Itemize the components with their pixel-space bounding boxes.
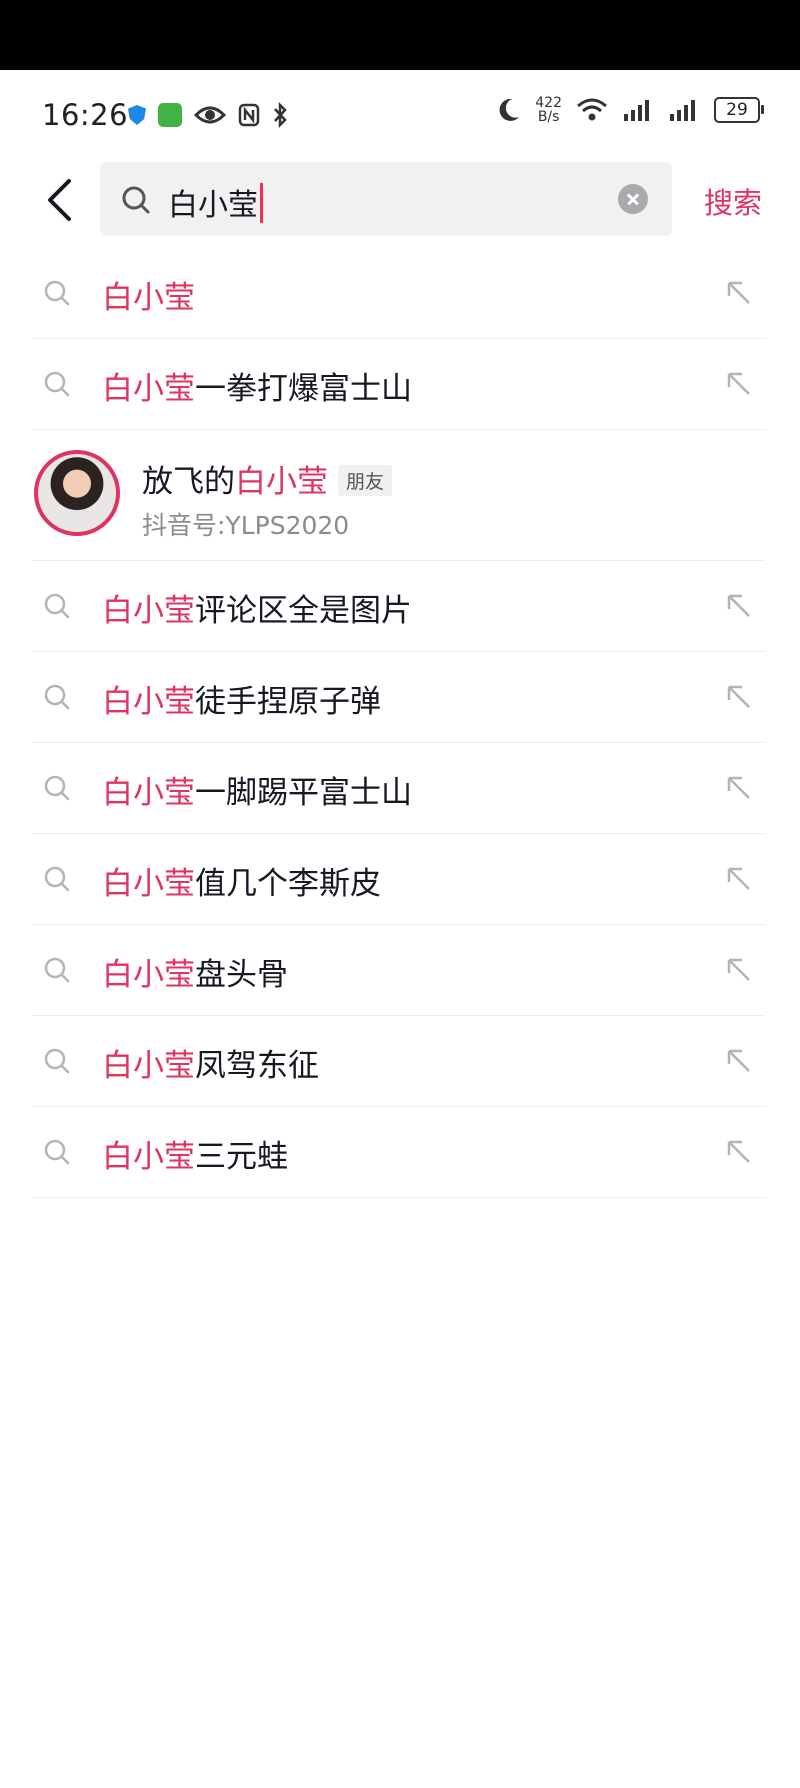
suggestion-highlight: 白小莹	[102, 866, 195, 902]
search-icon	[44, 775, 70, 801]
suggestion-list: 白小莹 白小莹一拳打爆富士山 放飞的白小莹 朋友 抖音号:YLPS2020 白小莹…	[32, 248, 766, 1198]
search-input[interactable]: 白小莹	[100, 162, 672, 236]
search-icon	[44, 957, 70, 983]
suggestion-text: 白小莹一脚踢平富士山	[102, 767, 412, 812]
user-result-item[interactable]: 放飞的白小莹 朋友 抖音号:YLPS2020	[32, 430, 766, 561]
friend-badge: 朋友	[338, 465, 393, 496]
suggestion-rest: 凤驾东征	[195, 1048, 319, 1084]
net-speed: 422 B/s	[535, 96, 562, 124]
search-header: 白小莹 搜索	[0, 160, 800, 240]
arrow-up-left-icon[interactable]	[724, 369, 754, 399]
suggestion-highlight: 白小莹	[102, 957, 195, 993]
battery-icon: 29	[714, 97, 764, 123]
search-button[interactable]: 搜索	[704, 180, 762, 222]
arrow-up-left-icon[interactable]	[724, 1046, 754, 1076]
search-icon	[44, 371, 70, 397]
eye-icon	[194, 106, 226, 124]
suggestion-text: 白小莹盘头骨	[102, 949, 288, 994]
arrow-up-left-icon[interactable]	[724, 955, 754, 985]
suggestion-highlight: 白小莹	[102, 593, 195, 629]
status-bar: 16:26 422 B/s 29	[0, 90, 800, 144]
suggestion-text: 白小莹	[102, 272, 195, 317]
search-query[interactable]: 白小莹	[168, 180, 263, 224]
user-name-highlight: 白小莹	[235, 464, 328, 500]
search-icon	[44, 1139, 70, 1165]
back-button[interactable]	[34, 172, 84, 228]
suggestion-rest: 一脚踢平富士山	[195, 775, 412, 811]
user-name-prefix: 放飞的	[142, 464, 235, 500]
net-speed-unit: B/s	[537, 109, 560, 125]
suggestion-item[interactable]: 白小莹值几个李斯皮	[32, 834, 766, 925]
signal-icon	[670, 100, 695, 121]
status-time: 16:26	[42, 98, 129, 132]
suggestion-item[interactable]: 白小莹一拳打爆富士山	[32, 339, 766, 430]
suggestion-text: 白小莹值几个李斯皮	[102, 858, 381, 903]
clear-icon[interactable]	[618, 184, 648, 214]
search-icon	[44, 1048, 70, 1074]
search-query-text: 白小莹	[168, 188, 258, 223]
suggestion-highlight: 白小莹	[102, 371, 195, 407]
moon-icon	[499, 98, 520, 121]
search-icon	[44, 684, 70, 710]
suggestion-text: 白小莹一拳打爆富士山	[102, 363, 412, 408]
search-icon	[122, 186, 150, 214]
arrow-up-left-icon[interactable]	[724, 864, 754, 894]
shield-icon	[128, 105, 146, 125]
suggestion-text: 白小莹凤驾东征	[102, 1040, 319, 1085]
suggestion-rest: 评论区全是图片	[195, 593, 412, 629]
suggestion-item[interactable]: 白小莹徒手捏原子弹	[32, 652, 766, 743]
suggestion-text: 白小莹三元蛙	[102, 1131, 288, 1176]
suggestion-text: 白小莹徒手捏原子弹	[102, 676, 381, 721]
sim-icon	[158, 103, 182, 127]
net-speed-value: 422	[535, 95, 562, 111]
user-douyin-id: 抖音号:YLPS2020	[142, 511, 350, 540]
wifi-icon	[577, 98, 607, 121]
suggestion-rest: 值几个李斯皮	[195, 866, 381, 902]
suggestion-item[interactable]: 白小莹三元蛙	[32, 1107, 766, 1198]
suggestion-highlight: 白小莹	[102, 1048, 195, 1084]
suggestion-highlight: 白小莹	[102, 775, 195, 811]
suggestion-rest: 徒手捏原子弹	[195, 684, 381, 720]
text-cursor	[260, 183, 263, 223]
arrow-up-left-icon[interactable]	[724, 278, 754, 308]
suggestion-highlight: 白小莹	[102, 280, 195, 316]
suggestion-rest: 盘头骨	[195, 957, 288, 993]
avatar[interactable]	[34, 450, 120, 536]
suggestion-item[interactable]: 白小莹盘头骨	[32, 925, 766, 1016]
suggestion-highlight: 白小莹	[102, 1139, 195, 1175]
suggestion-item[interactable]: 白小莹凤驾东征	[32, 1016, 766, 1107]
signal-icon	[624, 100, 649, 121]
suggestion-item[interactable]: 白小莹	[32, 248, 766, 339]
arrow-up-left-icon[interactable]	[724, 1137, 754, 1167]
suggestion-item[interactable]: 白小莹一脚踢平富士山	[32, 743, 766, 834]
arrow-up-left-icon[interactable]	[724, 773, 754, 803]
suggestion-rest: 三元蛙	[195, 1139, 288, 1175]
suggestion-highlight: 白小莹	[102, 684, 195, 720]
search-icon	[44, 280, 70, 306]
suggestion-text: 白小莹评论区全是图片	[102, 585, 412, 630]
nfc-icon	[238, 103, 260, 127]
user-name: 放飞的白小莹 朋友	[142, 456, 393, 501]
arrow-up-left-icon[interactable]	[724, 591, 754, 621]
chevron-left-icon	[48, 179, 71, 221]
bluetooth-icon	[274, 102, 287, 128]
search-icon	[44, 593, 70, 619]
search-icon	[44, 866, 70, 892]
arrow-up-left-icon[interactable]	[724, 682, 754, 712]
suggestion-rest: 一拳打爆富士山	[195, 371, 412, 407]
top-black-band	[0, 0, 800, 70]
suggestion-item[interactable]: 白小莹评论区全是图片	[32, 561, 766, 652]
